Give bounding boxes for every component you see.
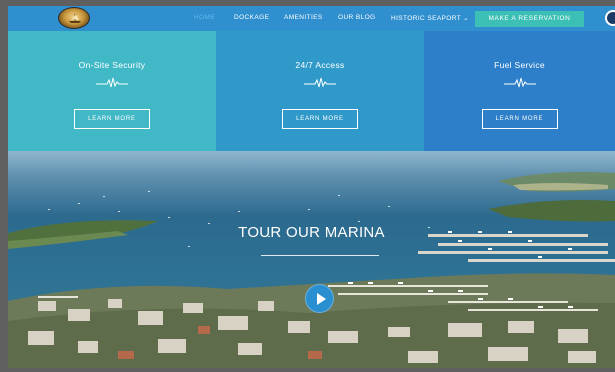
- make-reservation-button[interactable]: MAKE A RESERVATION: [475, 11, 584, 27]
- nav-item-amenities[interactable]: AMENITIES: [284, 14, 323, 21]
- feature-title: Fuel Service: [494, 60, 545, 70]
- learn-more-button[interactable]: LEARN MORE: [481, 109, 558, 129]
- ship-icon: [69, 14, 81, 23]
- learn-more-button[interactable]: LEARN MORE: [74, 109, 150, 129]
- feature-title: On-Site Security: [78, 60, 146, 70]
- pulse-icon: [304, 77, 336, 88]
- site-header: HOME DOCKAGE AMENITIES OUR BLOG HISTORIC…: [8, 6, 615, 31]
- pulse-icon: [503, 77, 536, 88]
- feature-panel-fuel: Fuel Service LEARN MORE: [424, 31, 615, 151]
- play-video-button[interactable]: [305, 284, 334, 313]
- screenshot-frame: HOME DOCKAGE AMENITIES OUR BLOG HISTORIC…: [0, 0, 615, 372]
- site-logo[interactable]: [58, 7, 90, 29]
- hero-title: TOUR OUR MARINA: [238, 224, 385, 241]
- pulse-icon: [96, 77, 128, 88]
- nav-item-dockage[interactable]: DOCKAGE: [234, 14, 269, 21]
- feature-panel-security: On-Site Security LEARN MORE: [8, 31, 216, 151]
- feature-panels: On-Site Security LEARN MORE 24/7 Access …: [8, 31, 615, 151]
- marina-aerial-image: [8, 172, 615, 368]
- hero-divider: [261, 255, 379, 256]
- nav-item-our-blog[interactable]: OUR BLOG: [338, 14, 376, 21]
- social-circle-icon[interactable]: [605, 10, 615, 26]
- feature-panel-access: 24/7 Access LEARN MORE: [216, 31, 424, 151]
- learn-more-button[interactable]: LEARN MORE: [282, 109, 358, 129]
- web-page: HOME DOCKAGE AMENITIES OUR BLOG HISTORIC…: [8, 6, 615, 368]
- nav-item-historic-seaport[interactable]: HISTORIC SEAPORT ⌄: [391, 14, 469, 22]
- nav-item-home[interactable]: HOME: [194, 14, 215, 21]
- hero-section: TOUR OUR MARINA: [8, 151, 615, 368]
- play-icon: [317, 293, 326, 305]
- feature-title: 24/7 Access: [295, 60, 345, 70]
